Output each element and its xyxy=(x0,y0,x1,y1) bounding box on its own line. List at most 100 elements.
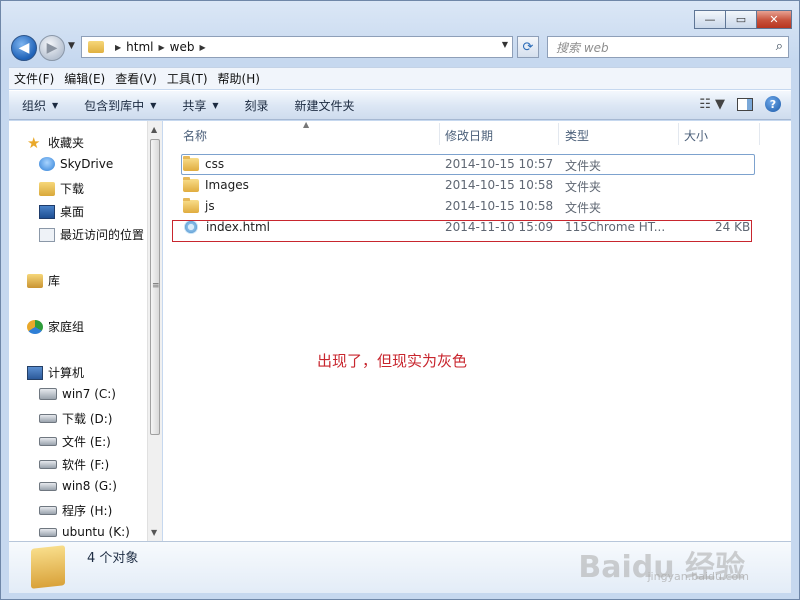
folder-icon xyxy=(31,545,65,589)
chevron-right-icon[interactable]: ▶ xyxy=(159,43,165,52)
folder-icon xyxy=(88,41,104,53)
sidebar-item-label: 软件 (F:) xyxy=(62,458,110,472)
drive-icon xyxy=(39,437,57,446)
sidebar-item-label: 文件 (E:) xyxy=(62,435,111,449)
drive-icon xyxy=(39,527,57,537)
chevron-down-icon: ▼ xyxy=(150,100,157,110)
close-button[interactable]: ✕ xyxy=(756,10,792,29)
column-divider[interactable] xyxy=(439,123,440,145)
menu-help[interactable]: 帮助(H) xyxy=(213,70,265,87)
explorer-window: — ▭ ✕ ◀ ▶ ▼ ▶ html ▶ web ▶ ▼ ⟳ 搜索 web ⌕ … xyxy=(0,0,800,600)
windows-drive-icon xyxy=(39,388,57,400)
sidebar-item-drive-c[interactable]: win7 (C:) xyxy=(39,387,116,401)
chevron-down-icon: ▼ xyxy=(52,100,59,110)
include-in-library-button[interactable]: 包含到库中 ▼ xyxy=(71,97,169,114)
sidebar-item-skydrive[interactable]: SkyDrive xyxy=(39,157,113,171)
search-input[interactable]: 搜索 web ⌕ xyxy=(547,36,789,58)
sidebar-item-label: 家庭组 xyxy=(48,320,85,334)
recent-places-icon xyxy=(39,227,55,242)
sidebar-item-drive-e[interactable]: 文件 (E:) xyxy=(39,433,111,450)
sidebar-item-downloads[interactable]: 下载 xyxy=(39,180,84,197)
drive-icon xyxy=(39,506,57,515)
column-divider[interactable] xyxy=(759,123,760,145)
sidebar-item-drive-h[interactable]: 程序 (H:) xyxy=(39,502,112,519)
sidebar-item-label: 收藏夹 xyxy=(48,136,85,150)
maximize-button[interactable]: ▭ xyxy=(725,10,757,29)
breadcrumb-web[interactable]: web xyxy=(170,40,195,54)
drive-icon xyxy=(39,414,57,423)
back-button[interactable]: ◀ xyxy=(11,35,37,61)
menu-file[interactable]: 文件(F) xyxy=(9,70,59,87)
sidebar-item-libraries[interactable]: 库 xyxy=(27,272,60,289)
sidebar-item-label: 下载 (D:) xyxy=(62,412,113,426)
view-options-icon[interactable]: ☷ ▼ xyxy=(699,97,725,112)
chevron-right-icon[interactable]: ▶ xyxy=(115,43,121,52)
folder-icon xyxy=(183,197,199,213)
sidebar-item-label: ubuntu (K:) xyxy=(62,525,130,539)
column-size[interactable]: 大小 xyxy=(684,127,708,144)
sidebar-item-favorites[interactable]: ★ 收藏夹 xyxy=(27,134,84,151)
breadcrumb-html[interactable]: html xyxy=(126,40,153,54)
library-icon xyxy=(27,273,43,288)
computer-icon xyxy=(27,365,43,380)
help-icon[interactable]: ? xyxy=(765,96,781,112)
downloads-folder-icon xyxy=(39,181,55,196)
sidebar-item-computer[interactable]: 计算机 xyxy=(27,364,84,381)
scroll-down-icon[interactable]: ▼ xyxy=(151,528,157,537)
menu-tools[interactable]: 工具(T) xyxy=(162,70,213,87)
preview-pane-icon[interactable] xyxy=(737,97,753,111)
column-header-row: ▲ 名称 修改日期 类型 大小 xyxy=(163,120,791,147)
sidebar-item-desktop[interactable]: 桌面 xyxy=(39,203,84,220)
sidebar-item-label: win7 (C:) xyxy=(62,387,116,401)
column-divider[interactable] xyxy=(558,123,559,145)
homegroup-icon xyxy=(27,319,43,334)
minimize-button[interactable]: — xyxy=(694,10,726,29)
address-dropdown-icon[interactable]: ▼ xyxy=(502,40,508,49)
column-name[interactable]: 名称 xyxy=(183,127,207,144)
table-row[interactable]: js 2014-10-15 10:58 文件夹 xyxy=(181,196,755,217)
menu-view[interactable]: 查看(V) xyxy=(110,70,162,87)
sidebar-item-recent[interactable]: 最近访问的位置 xyxy=(39,226,144,243)
search-icon[interactable]: ⌕ xyxy=(776,39,783,54)
table-row[interactable]: css 2014-10-15 10:57 文件夹 xyxy=(181,154,755,175)
drive-icon xyxy=(39,481,57,491)
sidebar-item-drive-f[interactable]: 软件 (F:) xyxy=(39,456,109,473)
forward-button[interactable]: ▶ xyxy=(39,35,65,61)
file-type: 文件夹 xyxy=(565,159,602,173)
file-type: 文件夹 xyxy=(565,180,602,194)
file-name: css xyxy=(205,157,225,171)
sidebar-item-drive-d[interactable]: 下载 (D:) xyxy=(39,410,112,427)
table-row[interactable]: Images 2014-10-15 10:58 文件夹 xyxy=(181,175,755,196)
file-name: Images xyxy=(205,178,249,192)
column-date[interactable]: 修改日期 xyxy=(445,127,493,144)
menu-edit[interactable]: 编辑(E) xyxy=(59,70,110,87)
navigation-scrollbar[interactable]: ▲ ≡ ▼ xyxy=(147,121,162,541)
column-type[interactable]: 类型 xyxy=(565,127,589,144)
recent-pages-dropdown[interactable]: ▼ xyxy=(68,41,75,51)
sidebar-item-drive-g[interactable]: win8 (G:) xyxy=(39,479,117,493)
address-bar[interactable]: ▶ html ▶ web ▶ ▼ xyxy=(81,36,513,58)
sidebar-item-drive-k[interactable]: ubuntu (K:) xyxy=(39,525,130,539)
search-placeholder: 搜索 web xyxy=(556,40,609,55)
column-divider[interactable] xyxy=(678,123,679,145)
scroll-up-icon[interactable]: ▲ xyxy=(151,125,157,134)
chevron-right-icon[interactable]: ▶ xyxy=(199,43,205,52)
folder-icon xyxy=(183,176,199,192)
sidebar-item-label: SkyDrive xyxy=(60,157,114,171)
cloud-icon xyxy=(39,157,55,171)
file-type: 文件夹 xyxy=(565,201,602,215)
organize-button[interactable]: 组织 ▼ xyxy=(9,97,71,114)
refresh-button[interactable]: ⟳ xyxy=(517,36,539,58)
new-folder-button[interactable]: 新建文件夹 xyxy=(282,97,368,114)
share-button[interactable]: 共享 ▼ xyxy=(169,97,231,114)
sidebar-item-homegroup[interactable]: 家庭组 xyxy=(27,318,84,335)
scrollbar-grip-icon: ≡ xyxy=(152,281,160,291)
folder-icon xyxy=(183,155,199,171)
burn-button[interactable]: 刻录 xyxy=(232,97,282,114)
drive-icon xyxy=(39,460,57,469)
command-bar-right: ☷ ▼ ? xyxy=(699,96,781,112)
sidebar-item-label: 下载 xyxy=(60,182,85,196)
sidebar-item-label: 计算机 xyxy=(48,366,85,380)
sidebar-item-label: 最近访问的位置 xyxy=(60,228,145,242)
desktop-icon xyxy=(39,204,55,219)
